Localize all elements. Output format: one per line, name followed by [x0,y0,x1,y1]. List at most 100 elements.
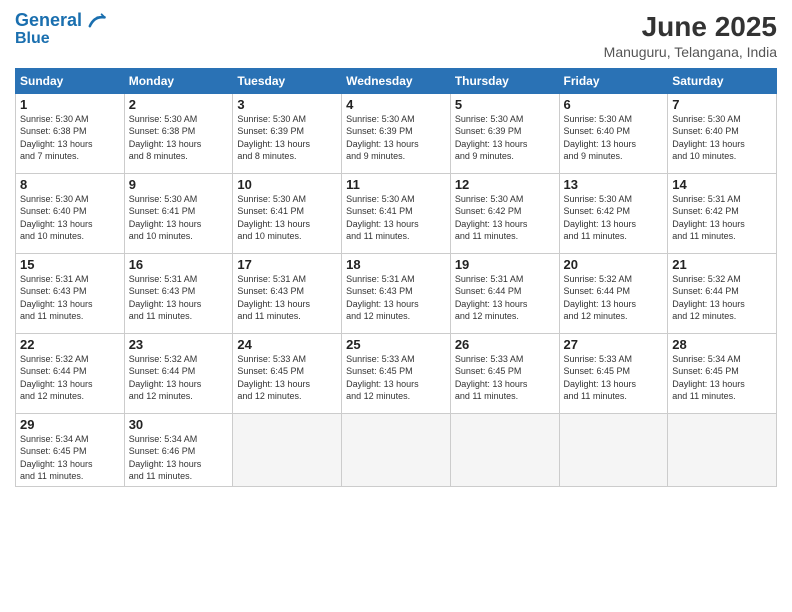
day-info: Sunrise: 5:31 AM Sunset: 6:43 PM Dayligh… [346,273,446,323]
calendar-week-1: 1Sunrise: 5:30 AM Sunset: 6:38 PM Daylig… [16,93,777,173]
day-info: Sunrise: 5:30 AM Sunset: 6:40 PM Dayligh… [672,113,772,163]
calendar-cell [342,413,451,486]
calendar-cell: 6Sunrise: 5:30 AM Sunset: 6:40 PM Daylig… [559,93,668,173]
calendar-cell: 22Sunrise: 5:32 AM Sunset: 6:44 PM Dayli… [16,333,125,413]
location: Manuguru, Telangana, India [604,44,777,60]
day-info: Sunrise: 5:32 AM Sunset: 6:44 PM Dayligh… [129,353,229,403]
day-info: Sunrise: 5:31 AM Sunset: 6:43 PM Dayligh… [129,273,229,323]
calendar-cell [559,413,668,486]
header: General Blue June 2025 Manuguru, Telanga… [15,10,777,60]
day-number: 14 [672,177,772,192]
day-number: 5 [455,97,555,112]
day-number: 2 [129,97,229,112]
day-number: 13 [564,177,664,192]
day-info: Sunrise: 5:30 AM Sunset: 6:41 PM Dayligh… [237,193,337,243]
day-info: Sunrise: 5:31 AM Sunset: 6:43 PM Dayligh… [237,273,337,323]
day-number: 21 [672,257,772,272]
calendar-cell: 12Sunrise: 5:30 AM Sunset: 6:42 PM Dayli… [450,173,559,253]
day-info: Sunrise: 5:30 AM Sunset: 6:38 PM Dayligh… [129,113,229,163]
day-number: 27 [564,337,664,352]
month-title: June 2025 [604,10,777,44]
day-number: 30 [129,417,229,432]
day-info: Sunrise: 5:32 AM Sunset: 6:44 PM Dayligh… [672,273,772,323]
calendar-cell: 13Sunrise: 5:30 AM Sunset: 6:42 PM Dayli… [559,173,668,253]
calendar-cell [233,413,342,486]
calendar-week-2: 8Sunrise: 5:30 AM Sunset: 6:40 PM Daylig… [16,173,777,253]
calendar-week-4: 22Sunrise: 5:32 AM Sunset: 6:44 PM Dayli… [16,333,777,413]
day-number: 15 [20,257,120,272]
col-sunday: Sunday [16,68,125,93]
day-info: Sunrise: 5:30 AM Sunset: 6:42 PM Dayligh… [455,193,555,243]
day-info: Sunrise: 5:33 AM Sunset: 6:45 PM Dayligh… [237,353,337,403]
calendar-cell: 24Sunrise: 5:33 AM Sunset: 6:45 PM Dayli… [233,333,342,413]
calendar-cell: 7Sunrise: 5:30 AM Sunset: 6:40 PM Daylig… [668,93,777,173]
day-info: Sunrise: 5:30 AM Sunset: 6:41 PM Dayligh… [129,193,229,243]
day-number: 4 [346,97,446,112]
day-info: Sunrise: 5:30 AM Sunset: 6:39 PM Dayligh… [455,113,555,163]
day-info: Sunrise: 5:30 AM Sunset: 6:39 PM Dayligh… [237,113,337,163]
day-number: 19 [455,257,555,272]
logo-text2: Blue [15,30,106,48]
day-number: 6 [564,97,664,112]
day-info: Sunrise: 5:32 AM Sunset: 6:44 PM Dayligh… [20,353,120,403]
day-number: 28 [672,337,772,352]
day-number: 8 [20,177,120,192]
day-info: Sunrise: 5:31 AM Sunset: 6:44 PM Dayligh… [455,273,555,323]
title-block: June 2025 Manuguru, Telangana, India [604,10,777,60]
header-row: Sunday Monday Tuesday Wednesday Thursday… [16,68,777,93]
calendar-cell: 21Sunrise: 5:32 AM Sunset: 6:44 PM Dayli… [668,253,777,333]
calendar-cell [450,413,559,486]
day-info: Sunrise: 5:33 AM Sunset: 6:45 PM Dayligh… [455,353,555,403]
calendar-cell: 5Sunrise: 5:30 AM Sunset: 6:39 PM Daylig… [450,93,559,173]
col-wednesday: Wednesday [342,68,451,93]
calendar-cell: 2Sunrise: 5:30 AM Sunset: 6:38 PM Daylig… [124,93,233,173]
day-number: 18 [346,257,446,272]
day-number: 22 [20,337,120,352]
day-info: Sunrise: 5:31 AM Sunset: 6:42 PM Dayligh… [672,193,772,243]
calendar-cell: 16Sunrise: 5:31 AM Sunset: 6:43 PM Dayli… [124,253,233,333]
day-number: 12 [455,177,555,192]
calendar-cell [668,413,777,486]
calendar-cell: 30Sunrise: 5:34 AM Sunset: 6:46 PM Dayli… [124,413,233,486]
day-number: 10 [237,177,337,192]
day-info: Sunrise: 5:30 AM Sunset: 6:42 PM Dayligh… [564,193,664,243]
col-monday: Monday [124,68,233,93]
day-info: Sunrise: 5:31 AM Sunset: 6:43 PM Dayligh… [20,273,120,323]
col-saturday: Saturday [668,68,777,93]
calendar-cell: 18Sunrise: 5:31 AM Sunset: 6:43 PM Dayli… [342,253,451,333]
calendar-cell: 1Sunrise: 5:30 AM Sunset: 6:38 PM Daylig… [16,93,125,173]
calendar-cell: 8Sunrise: 5:30 AM Sunset: 6:40 PM Daylig… [16,173,125,253]
calendar-week-3: 15Sunrise: 5:31 AM Sunset: 6:43 PM Dayli… [16,253,777,333]
day-info: Sunrise: 5:30 AM Sunset: 6:40 PM Dayligh… [20,193,120,243]
day-info: Sunrise: 5:30 AM Sunset: 6:41 PM Dayligh… [346,193,446,243]
day-info: Sunrise: 5:30 AM Sunset: 6:40 PM Dayligh… [564,113,664,163]
day-number: 11 [346,177,446,192]
day-info: Sunrise: 5:30 AM Sunset: 6:38 PM Dayligh… [20,113,120,163]
calendar-cell: 29Sunrise: 5:34 AM Sunset: 6:45 PM Dayli… [16,413,125,486]
page: General Blue June 2025 Manuguru, Telanga… [0,0,792,612]
day-number: 16 [129,257,229,272]
col-tuesday: Tuesday [233,68,342,93]
day-info: Sunrise: 5:32 AM Sunset: 6:44 PM Dayligh… [564,273,664,323]
day-number: 3 [237,97,337,112]
calendar-cell: 3Sunrise: 5:30 AM Sunset: 6:39 PM Daylig… [233,93,342,173]
day-info: Sunrise: 5:34 AM Sunset: 6:46 PM Dayligh… [129,433,229,483]
day-info: Sunrise: 5:34 AM Sunset: 6:45 PM Dayligh… [672,353,772,403]
calendar-cell: 14Sunrise: 5:31 AM Sunset: 6:42 PM Dayli… [668,173,777,253]
calendar-cell: 28Sunrise: 5:34 AM Sunset: 6:45 PM Dayli… [668,333,777,413]
day-number: 9 [129,177,229,192]
day-number: 29 [20,417,120,432]
day-number: 23 [129,337,229,352]
col-thursday: Thursday [450,68,559,93]
day-number: 17 [237,257,337,272]
day-number: 1 [20,97,120,112]
day-number: 25 [346,337,446,352]
day-info: Sunrise: 5:33 AM Sunset: 6:45 PM Dayligh… [564,353,664,403]
calendar-cell: 15Sunrise: 5:31 AM Sunset: 6:43 PM Dayli… [16,253,125,333]
day-info: Sunrise: 5:30 AM Sunset: 6:39 PM Dayligh… [346,113,446,163]
day-info: Sunrise: 5:33 AM Sunset: 6:45 PM Dayligh… [346,353,446,403]
calendar-cell: 20Sunrise: 5:32 AM Sunset: 6:44 PM Dayli… [559,253,668,333]
day-number: 24 [237,337,337,352]
day-info: Sunrise: 5:34 AM Sunset: 6:45 PM Dayligh… [20,433,120,483]
day-number: 7 [672,97,772,112]
